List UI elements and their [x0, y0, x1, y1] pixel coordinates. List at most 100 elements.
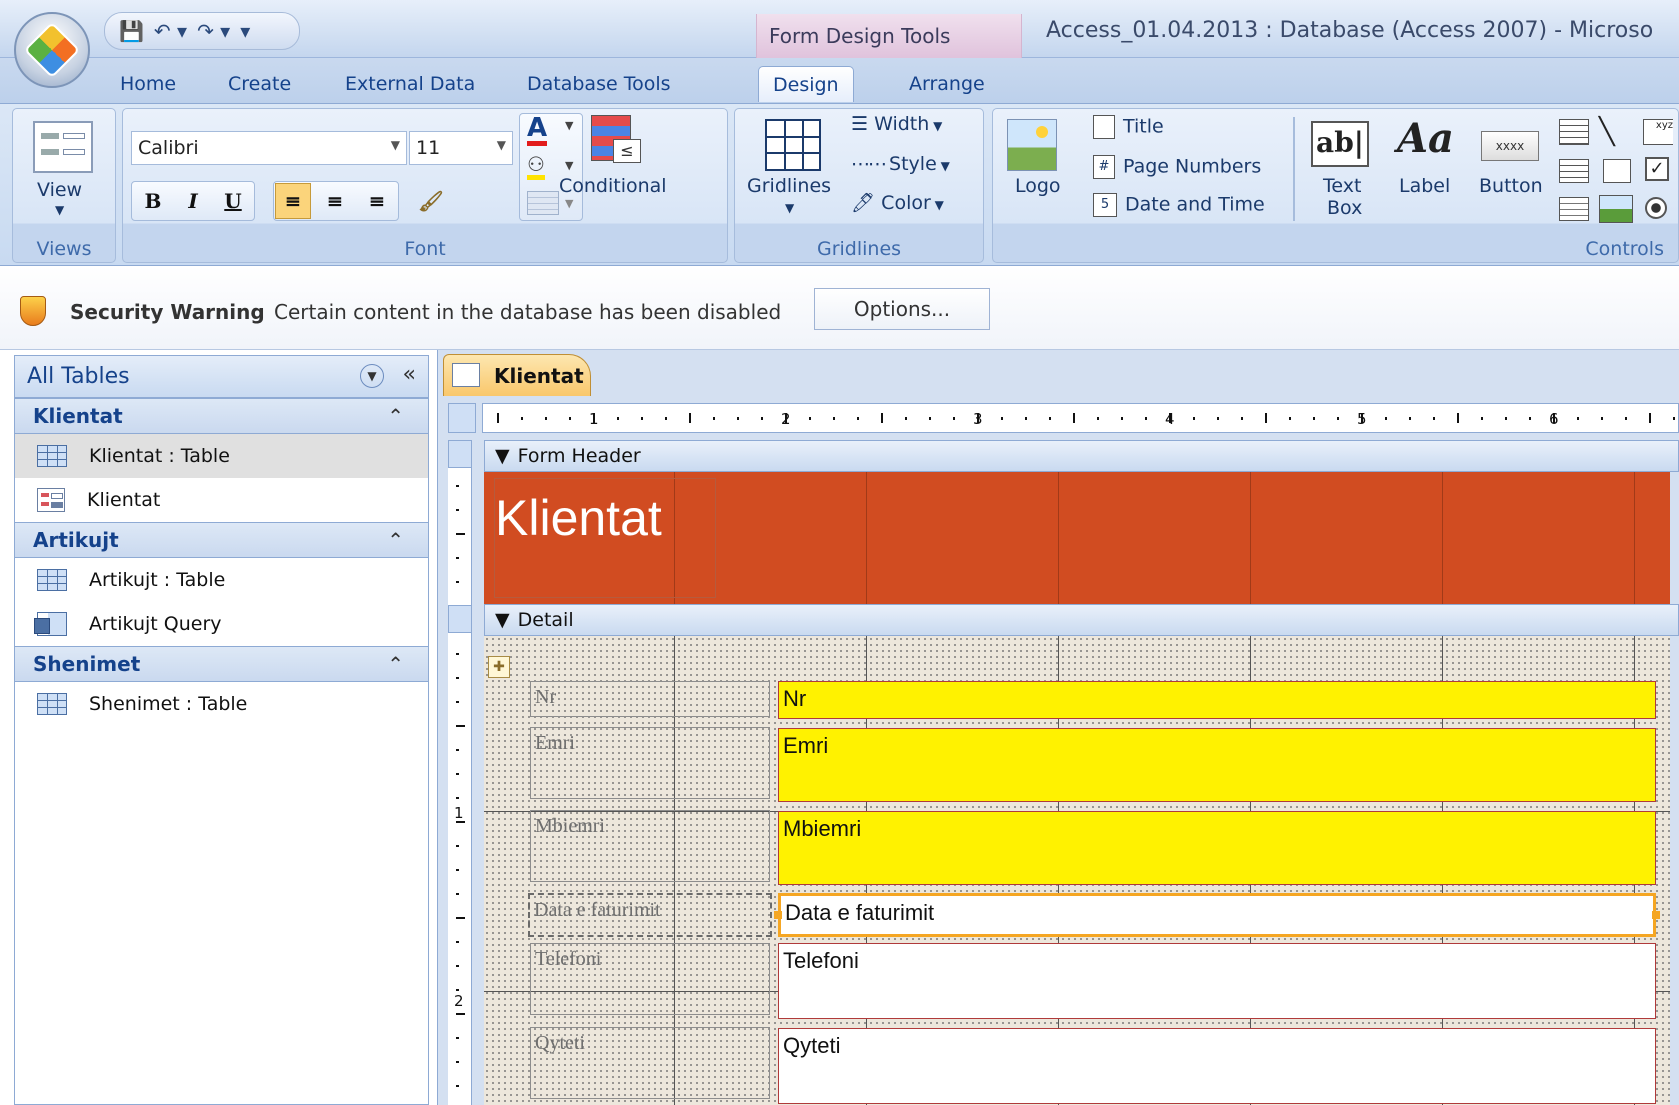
combo-box-icon[interactable] [1559, 119, 1589, 145]
field-mbiemri[interactable]: Mbiemri [778, 811, 1656, 885]
field-emri[interactable]: Emri [778, 728, 1656, 802]
nav-group-artikujt[interactable]: Artikujt ⌃ [15, 522, 428, 558]
field-telefoni[interactable]: Telefoni [778, 943, 1656, 1019]
save-icon[interactable]: 💾 [119, 21, 144, 41]
undo-icon[interactable]: ↶ ▾ [154, 21, 187, 41]
gridlines-button[interactable]: Gridlines [747, 175, 831, 197]
text-box-button-line2[interactable]: Box [1327, 197, 1362, 219]
document-tab-klientat[interactable]: Klientat [443, 354, 591, 396]
line-icon[interactable]: ╲ [1599, 117, 1615, 147]
header-section-selector[interactable] [448, 440, 472, 468]
check-box-icon[interactable]: ✓ [1645, 157, 1669, 181]
ruler-tick [1337, 417, 1339, 420]
logo-button[interactable]: Logo [1015, 175, 1061, 197]
underline-button[interactable]: U [215, 183, 251, 219]
format-painter-icon[interactable]: 🖌 [413, 183, 449, 219]
view-button[interactable]: View [37, 179, 82, 201]
label-mbiemri[interactable]: Mbiemri [530, 810, 770, 882]
tab-arrange[interactable]: Arrange [909, 66, 985, 102]
button-button[interactable]: Button [1479, 175, 1543, 197]
customize-qat-icon[interactable]: ▾ [240, 21, 250, 41]
table-icon [37, 693, 67, 715]
align-center-icon[interactable]: ≡ [317, 183, 353, 219]
font-color-icon[interactable]: A [527, 115, 548, 146]
chevron-down-icon[interactable]: ▼ [785, 201, 794, 215]
nav-item-artikujt-query[interactable]: Artikujt Query [15, 602, 428, 646]
collapse-icon[interactable]: ⌃ [387, 404, 404, 428]
nav-item-klientat-form[interactable]: Klientat [15, 478, 428, 522]
option-button-icon[interactable] [1645, 197, 1667, 219]
text-box-button-line1[interactable]: Text [1323, 175, 1361, 197]
page-numbers-button[interactable]: # Page Numbers [1093, 155, 1261, 179]
vertical-ruler[interactable]: 12 [448, 440, 472, 1105]
color-button[interactable]: 🖊 Color ▼ [851, 191, 944, 214]
nav-menu-chevron-icon[interactable]: ▼ [360, 364, 384, 388]
redo-icon[interactable]: ↷ ▾ [197, 21, 230, 41]
label-data-e-faturimit[interactable]: Data e faturimit [528, 893, 772, 937]
form-header-label: Form Header [517, 445, 641, 467]
nav-item-shenimet-table[interactable]: Shenimet : Table [15, 682, 428, 726]
nav-group-shenimet[interactable]: Shenimet ⌃ [15, 646, 428, 682]
tab-design[interactable]: Design [758, 66, 854, 102]
bold-button[interactable]: B [135, 183, 171, 219]
pen-color-icon: 🖊 [851, 192, 882, 214]
fill-color-icon[interactable]: ⚇ [527, 153, 545, 180]
nav-item-klientat-table[interactable]: Klientat : Table [15, 434, 428, 478]
rectangle-icon[interactable] [1603, 159, 1631, 183]
layout-selector-icon[interactable]: ✚ [488, 656, 510, 678]
tab-external-data[interactable]: External Data [345, 66, 475, 102]
chevron-down-icon[interactable]: ▼ [565, 159, 573, 172]
gridlines-group-label: Gridlines [816, 238, 902, 260]
field-data-e-faturimit[interactable]: Data e faturimit [778, 893, 1656, 937]
nav-item-artikujt-table[interactable]: Artikujt : Table [15, 558, 428, 602]
options-button[interactable]: Options... [814, 288, 990, 330]
query-icon [34, 612, 67, 636]
ruler-tick [1241, 417, 1243, 420]
nav-header[interactable]: All Tables ▼ « [15, 356, 428, 398]
label-telefoni[interactable]: Telefoni [530, 943, 770, 1015]
width-button[interactable]: ☰ Width ▼ [851, 113, 942, 135]
tab-database-tools[interactable]: Database Tools [527, 66, 671, 102]
label-nr[interactable]: Nr [530, 681, 770, 717]
ruler-tick [456, 773, 459, 775]
align-right-icon[interactable]: ≡ [359, 183, 395, 219]
conditional-button[interactable]: Conditional [559, 175, 667, 197]
collapse-icon[interactable]: ⌃ [387, 652, 404, 676]
font-name-combo[interactable]: Calibri ▼ [131, 131, 407, 165]
shutter-bar-close-icon[interactable]: « [403, 362, 416, 387]
font-size-combo[interactable]: 11 ▼ [409, 131, 513, 165]
subform-icon[interactable] [1559, 197, 1589, 221]
date-time-button[interactable]: 5 Date and Time [1093, 193, 1265, 217]
form-header-bar[interactable]: ▼ Form Header [484, 440, 1679, 472]
detail-section-selector[interactable] [448, 605, 472, 633]
italic-button[interactable]: I [175, 183, 211, 219]
ruler-tick [456, 677, 459, 679]
form-title-label[interactable]: Klientat [494, 478, 716, 598]
image-icon[interactable] [1599, 195, 1633, 223]
resize-handle[interactable] [1652, 911, 1660, 919]
label-button[interactable]: Label [1399, 175, 1450, 197]
title-button[interactable]: Title [1093, 115, 1164, 139]
field-nr[interactable]: Nr [778, 681, 1656, 719]
list-box-icon[interactable] [1559, 159, 1589, 183]
style-button[interactable]: ⋯⋯ Style ▼ [851, 153, 950, 175]
field-qyteti[interactable]: Qyteti [778, 1028, 1656, 1104]
tab-create[interactable]: Create [228, 66, 291, 102]
horizontal-ruler[interactable]: 1 2 3 4 5 6 [482, 403, 1679, 433]
collapse-icon[interactable]: ⌃ [387, 528, 404, 552]
form-selector[interactable] [448, 403, 476, 433]
align-left-icon[interactable]: ≡ [275, 183, 311, 219]
option-group-icon[interactable]: xyz [1643, 119, 1673, 145]
label-emri[interactable]: Emri [530, 727, 770, 799]
detail-bar[interactable]: ▼ Detail [484, 604, 1679, 636]
ruler-tick [497, 413, 499, 423]
nav-group-klientat[interactable]: Klientat ⌃ [15, 398, 428, 434]
chevron-down-icon[interactable]: ▼ [565, 197, 573, 210]
alternate-fill-icon[interactable] [527, 191, 559, 215]
chevron-down-icon[interactable]: ▼ [565, 119, 573, 132]
view-dropdown-icon[interactable]: ▼ [55, 203, 64, 217]
label-qyteti[interactable]: Qyteti [530, 1027, 770, 1099]
resize-handle[interactable] [774, 911, 782, 919]
tab-home[interactable]: Home [120, 66, 176, 102]
office-button[interactable] [14, 12, 90, 88]
